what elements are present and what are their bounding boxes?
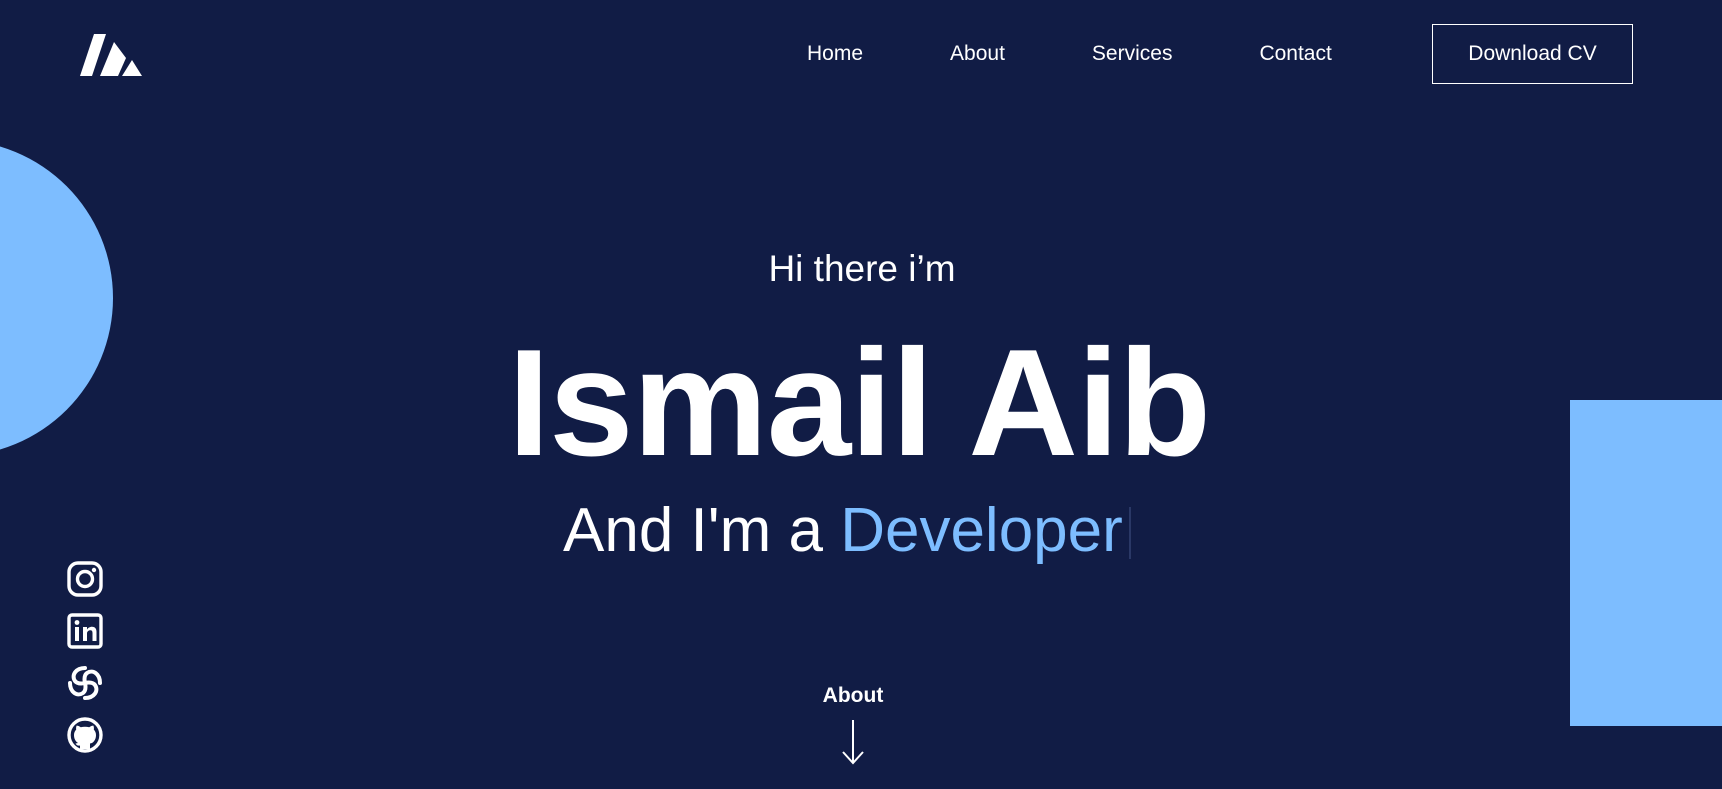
linkedin-icon[interactable] xyxy=(66,612,104,650)
nav-about-link[interactable]: About xyxy=(950,36,1005,72)
github-icon[interactable] xyxy=(66,716,104,754)
scroll-about-label: About xyxy=(822,684,884,707)
arrow-down-icon xyxy=(842,720,864,765)
nav-home-link[interactable]: Home xyxy=(807,36,863,72)
instagram-icon[interactable] xyxy=(66,560,104,598)
social-links xyxy=(66,560,104,768)
typing-cursor xyxy=(1128,507,1131,559)
hero-intro-wrapper: Hi there i’m xyxy=(0,244,1722,294)
hero-name-wrapper: Ismail Aib xyxy=(0,318,1722,488)
main-nav: Home About Services Contact xyxy=(807,36,1332,72)
page: Home About Services Contact Download CV … xyxy=(0,0,1722,789)
mountain-logo-icon[interactable] xyxy=(80,34,142,76)
hero-role-prefix: And I'm a xyxy=(563,496,841,565)
nav-services-link[interactable]: Services xyxy=(1092,36,1173,72)
hero-role-highlight: Developer xyxy=(840,496,1123,565)
hero-role: And I'm a Developer xyxy=(563,496,1131,566)
hero-name: Ismail Aib xyxy=(507,318,1211,488)
hero-intro: Hi there i’m xyxy=(768,248,956,289)
scroll-to-about[interactable]: About xyxy=(0,682,1722,765)
download-cv-button[interactable]: Download CV xyxy=(1432,24,1633,84)
nav-contact-link[interactable]: Contact xyxy=(1259,36,1331,72)
